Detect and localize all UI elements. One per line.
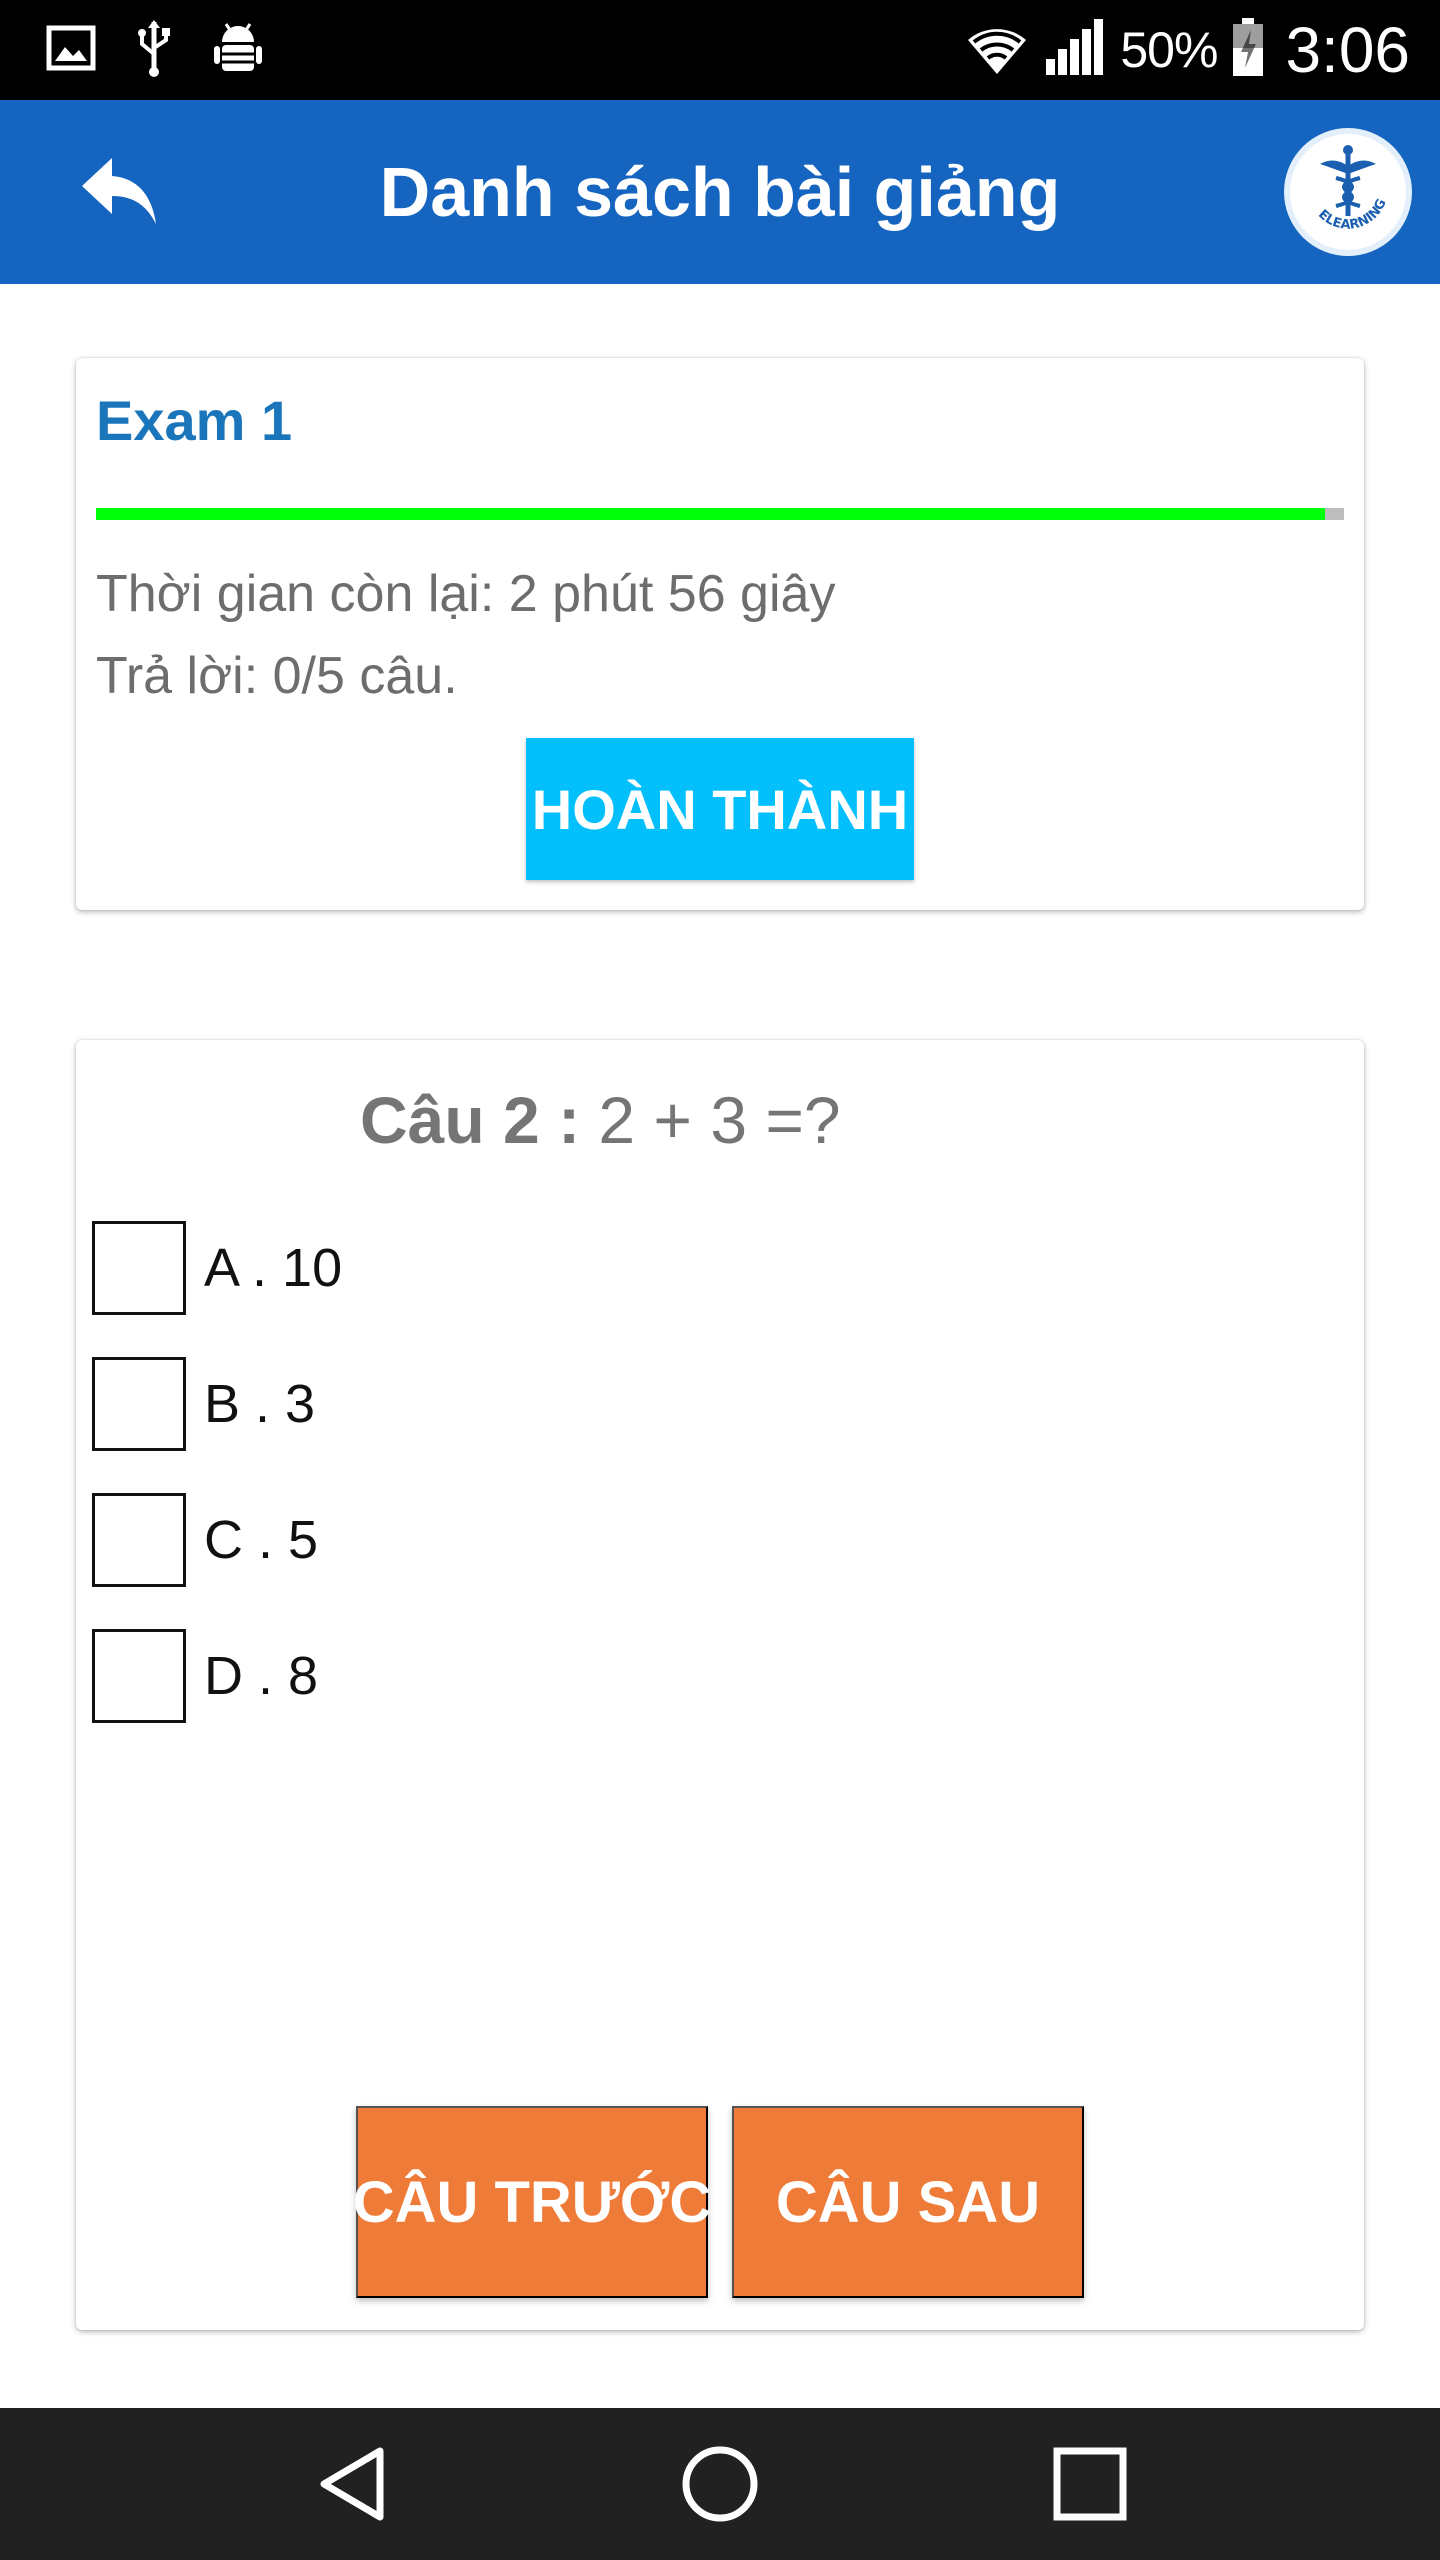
answer-option-b[interactable]: B . 3 (92, 1356, 315, 1452)
answer-option-d[interactable]: D . 8 (92, 1628, 318, 1724)
answer-option-c[interactable]: C . 5 (92, 1492, 318, 1588)
finish-button[interactable]: HOÀN THÀNH (526, 738, 914, 880)
answer-option-a[interactable]: A . 10 (92, 1220, 342, 1316)
nav-recents-button[interactable] (1048, 2444, 1132, 2528)
back-button[interactable] (70, 152, 170, 232)
battery-percent: 50% (1120, 22, 1218, 78)
android-debug-icon (212, 20, 264, 81)
nav-home-icon (680, 2444, 760, 2529)
elearning-logo: ELEARNING (1284, 128, 1412, 256)
signal-icon (1044, 18, 1106, 82)
status-system: 50% 3:06 (964, 0, 1410, 100)
reply-arrow-icon (80, 154, 160, 231)
nav-back-button[interactable] (310, 2444, 394, 2528)
image-icon (46, 23, 96, 78)
exam-title: Exam 1 (96, 389, 293, 452)
question-text: 2 + 3 =? (598, 1083, 841, 1157)
answer-label: B . 3 (204, 1374, 316, 1434)
time-progress-bar (96, 508, 1344, 520)
system-nav-bar (0, 2408, 1440, 2560)
answer-checkbox[interactable] (92, 1357, 186, 1451)
answer-checkbox[interactable] (92, 1221, 186, 1315)
clock: 3:06 (1285, 14, 1410, 86)
app-bar: Danh sách bài giảng ELEARNING (0, 100, 1440, 284)
question-number: Câu 2 : (360, 1083, 581, 1157)
usb-icon (134, 18, 174, 83)
answer-checkbox[interactable] (92, 1629, 186, 1723)
question-heading: Câu 2 : 2 + 3 =? (360, 1082, 841, 1158)
answered-count: Trả lời: 0/5 câu. (96, 647, 458, 705)
answer-label: D . 8 (204, 1646, 319, 1706)
nav-back-icon (316, 2445, 388, 2528)
nav-recents-icon (1053, 2447, 1127, 2526)
answer-label: A . 10 (204, 1238, 343, 1298)
exam-status-card: Exam 1 Thời gian còn lại: 2 phút 56 giây… (76, 358, 1364, 910)
question-card: Câu 2 : 2 + 3 =? A . 10 B . 3 C . 5 D . … (76, 1040, 1364, 2330)
answer-checkbox[interactable] (92, 1493, 186, 1587)
wifi-icon (964, 20, 1030, 81)
next-question-button[interactable]: CÂU SAU (732, 2106, 1084, 2298)
time-remaining: Thời gian còn lại: 2 phút 56 giây (96, 565, 836, 623)
time-progress-fill (96, 508, 1326, 520)
status-notifications (46, 18, 264, 83)
previous-question-button[interactable]: CÂU TRƯỚC (353, 2106, 711, 2298)
status-bar: 50% 3:06 (0, 0, 1440, 100)
page-title: Danh sách bài giảng (379, 153, 1061, 231)
answer-label: C . 5 (204, 1510, 319, 1570)
battery-charging-icon (1231, 17, 1265, 83)
nav-home-button[interactable] (678, 2444, 762, 2528)
